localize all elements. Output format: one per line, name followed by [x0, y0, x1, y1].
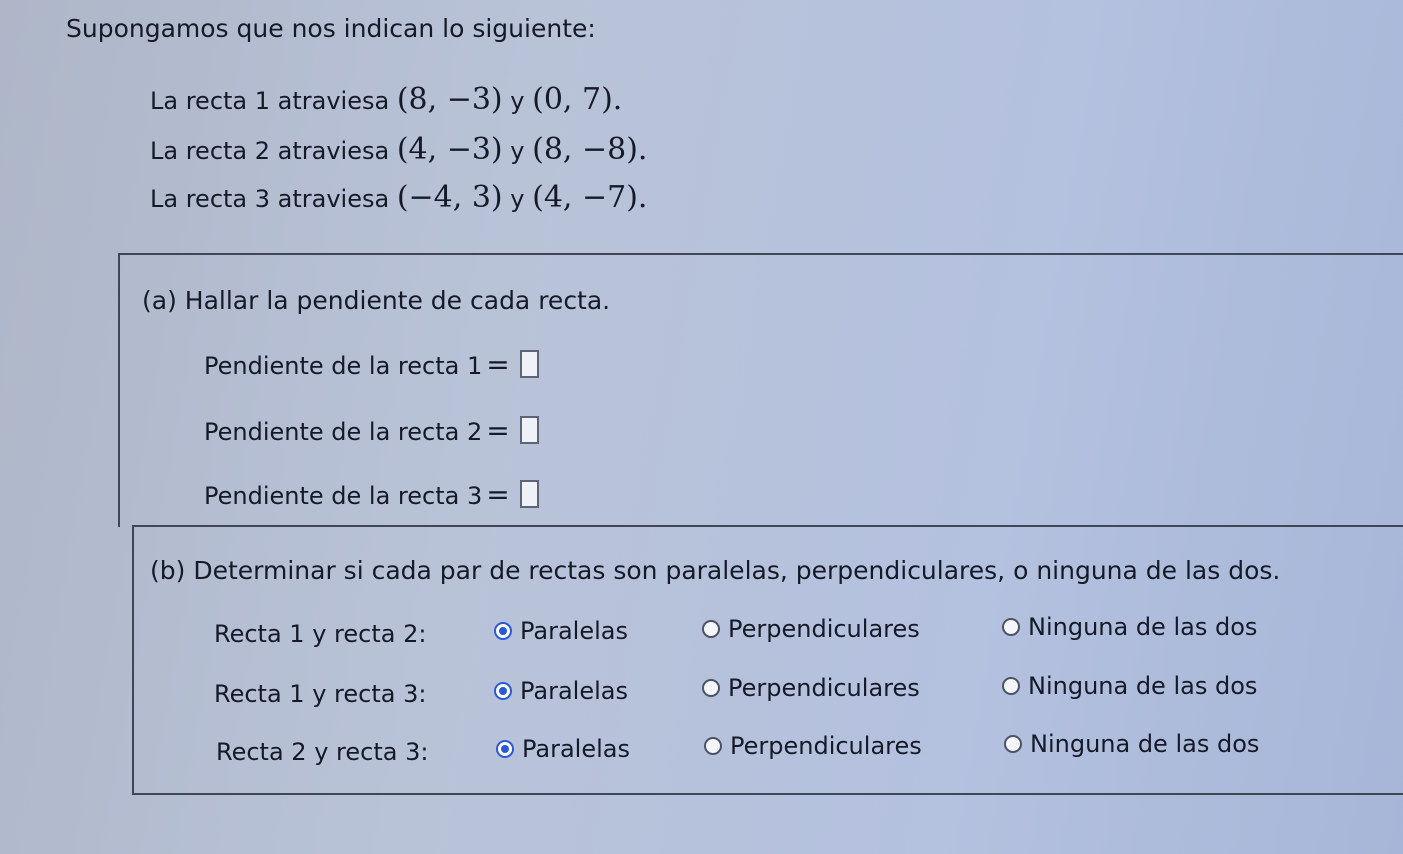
intro-text: Supongamos que nos indican lo siguiente:: [66, 14, 596, 43]
radio-icon[interactable]: [702, 620, 720, 638]
line-3-point-b: (4, −7).: [532, 180, 648, 215]
radio-icon[interactable]: [1002, 677, 1020, 695]
option-label: Ninguna de las dos: [1030, 730, 1260, 758]
option-label: Paralelas: [520, 617, 628, 645]
radio-selected-icon[interactable]: [494, 682, 512, 700]
radio-icon[interactable]: [704, 737, 722, 755]
slope-2-input[interactable]: [519, 416, 539, 444]
line-2-point-a: (4, −3): [396, 132, 503, 167]
line-2-prefix: La recta 2 atraviesa: [150, 137, 390, 165]
pair-2-option-paralelas[interactable]: Paralelas: [494, 677, 628, 705]
option-label: Ninguna de las dos: [1028, 613, 1258, 641]
pair-1-option-perpendiculares[interactable]: Perpendiculares: [702, 615, 920, 643]
equals-sign: =: [486, 348, 510, 381]
equals-sign: =: [486, 478, 510, 511]
equals-sign: =: [486, 414, 510, 447]
pair-2-option-ninguna[interactable]: Ninguna de las dos: [1002, 672, 1257, 700]
slope-3-input[interactable]: [519, 480, 539, 508]
option-label: Perpendiculares: [728, 674, 920, 702]
slope-1-label: Pendiente de la recta 1: [204, 352, 483, 380]
slope-2-label: Pendiente de la recta 2: [204, 418, 483, 446]
line-3-point-a: (−4, 3): [396, 180, 503, 215]
line-3-statement: La recta 3 atraviesa (−4, 3) y (4, −7).: [150, 180, 647, 215]
pair-3-option-ninguna[interactable]: Ninguna de las dos: [1004, 730, 1259, 758]
pair-1-option-ninguna[interactable]: Ninguna de las dos: [1002, 613, 1257, 641]
slope-row-1: Pendiente de la recta 1 =: [204, 348, 539, 381]
option-label: Perpendiculares: [730, 732, 922, 760]
option-label: Paralelas: [522, 735, 630, 763]
line-1-conjunction: y: [510, 87, 525, 115]
option-label: Perpendiculares: [728, 615, 920, 643]
radio-icon[interactable]: [1002, 618, 1020, 636]
pair-3-label: Recta 2 y recta 3:: [216, 738, 429, 766]
line-3-prefix: La recta 3 atraviesa: [150, 185, 390, 213]
radio-icon[interactable]: [702, 679, 720, 697]
line-2-conjunction: y: [510, 137, 525, 165]
radio-selected-icon[interactable]: [494, 622, 512, 640]
line-2-statement: La recta 2 atraviesa (4, −3) y (8, −8).: [150, 132, 647, 167]
slope-row-3: Pendiente de la recta 3 =: [204, 478, 539, 511]
pair-2-label: Recta 1 y recta 3:: [214, 680, 427, 708]
line-1-prefix: La recta 1 atraviesa: [150, 87, 390, 115]
pair-2-option-perpendiculares[interactable]: Perpendiculares: [702, 674, 920, 702]
slope-3-label: Pendiente de la recta 3: [204, 482, 483, 510]
option-label: Ninguna de las dos: [1028, 672, 1258, 700]
line-2-point-b: (8, −8).: [532, 132, 648, 167]
slope-1-input[interactable]: [519, 350, 539, 378]
line-1-point-b: (0, 7).: [532, 82, 623, 117]
part-a-title: (a) Hallar la pendiente de cada recta.: [142, 286, 611, 315]
radio-selected-icon[interactable]: [496, 740, 514, 758]
radio-icon[interactable]: [1004, 735, 1022, 753]
pair-1-option-paralelas[interactable]: Paralelas: [494, 617, 628, 645]
option-label: Paralelas: [520, 677, 628, 705]
line-1-point-a: (8, −3): [396, 82, 503, 117]
slope-row-2: Pendiente de la recta 2 =: [204, 414, 539, 447]
pair-3-option-perpendiculares[interactable]: Perpendiculares: [704, 732, 922, 760]
part-b-title: (b) Determinar si cada par de rectas son…: [150, 556, 1281, 585]
pair-3-option-paralelas[interactable]: Paralelas: [496, 735, 630, 763]
line-1-statement: La recta 1 atraviesa (8, −3) y (0, 7).: [150, 82, 622, 117]
pair-1-label: Recta 1 y recta 2:: [214, 620, 427, 648]
line-3-conjunction: y: [510, 185, 525, 213]
